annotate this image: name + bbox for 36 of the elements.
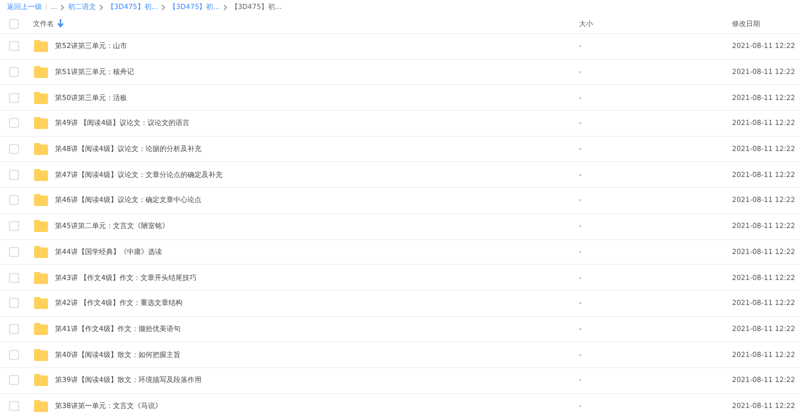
folder-icon [34,168,48,181]
folder-icon [34,322,48,335]
folder-icon [34,374,48,386]
row-checkbox[interactable] [9,92,19,103]
folder-icon [34,400,48,412]
row-checkbox[interactable] [9,118,19,128]
chevron-icon [160,4,166,10]
select-all-checkbox[interactable] [9,18,19,28]
folder-icon [34,272,48,284]
folder-icon [34,40,48,52]
row-checkbox[interactable] [9,324,19,334]
row-checkbox[interactable] [9,400,19,411]
row-checkbox[interactable] [9,170,19,180]
folder-icon [34,66,48,78]
folder-icon [34,220,48,232]
row-checkbox[interactable] [9,195,19,206]
folder-icon [34,143,48,156]
row-checkbox[interactable] [9,350,19,360]
folder-icon [34,297,48,310]
row-checkbox[interactable] [9,272,19,283]
sort-arrow-icon [57,19,64,28]
folder-icon [34,246,48,258]
row-checkbox[interactable] [9,375,19,386]
chevron-icon [60,4,66,10]
folder-icon [34,194,48,206]
row-checkbox[interactable] [9,298,19,308]
row-checkbox[interactable] [9,67,19,78]
folder-icon [34,92,48,104]
chevron-icon [99,4,104,10]
row-checkbox[interactable] [9,41,19,52]
row-checkbox[interactable] [9,221,19,232]
folder-icon [34,348,48,361]
folder-icon [34,117,48,130]
chevron-icon [222,4,228,10]
row-checkbox[interactable] [9,144,19,154]
row-checkbox[interactable] [9,246,19,257]
